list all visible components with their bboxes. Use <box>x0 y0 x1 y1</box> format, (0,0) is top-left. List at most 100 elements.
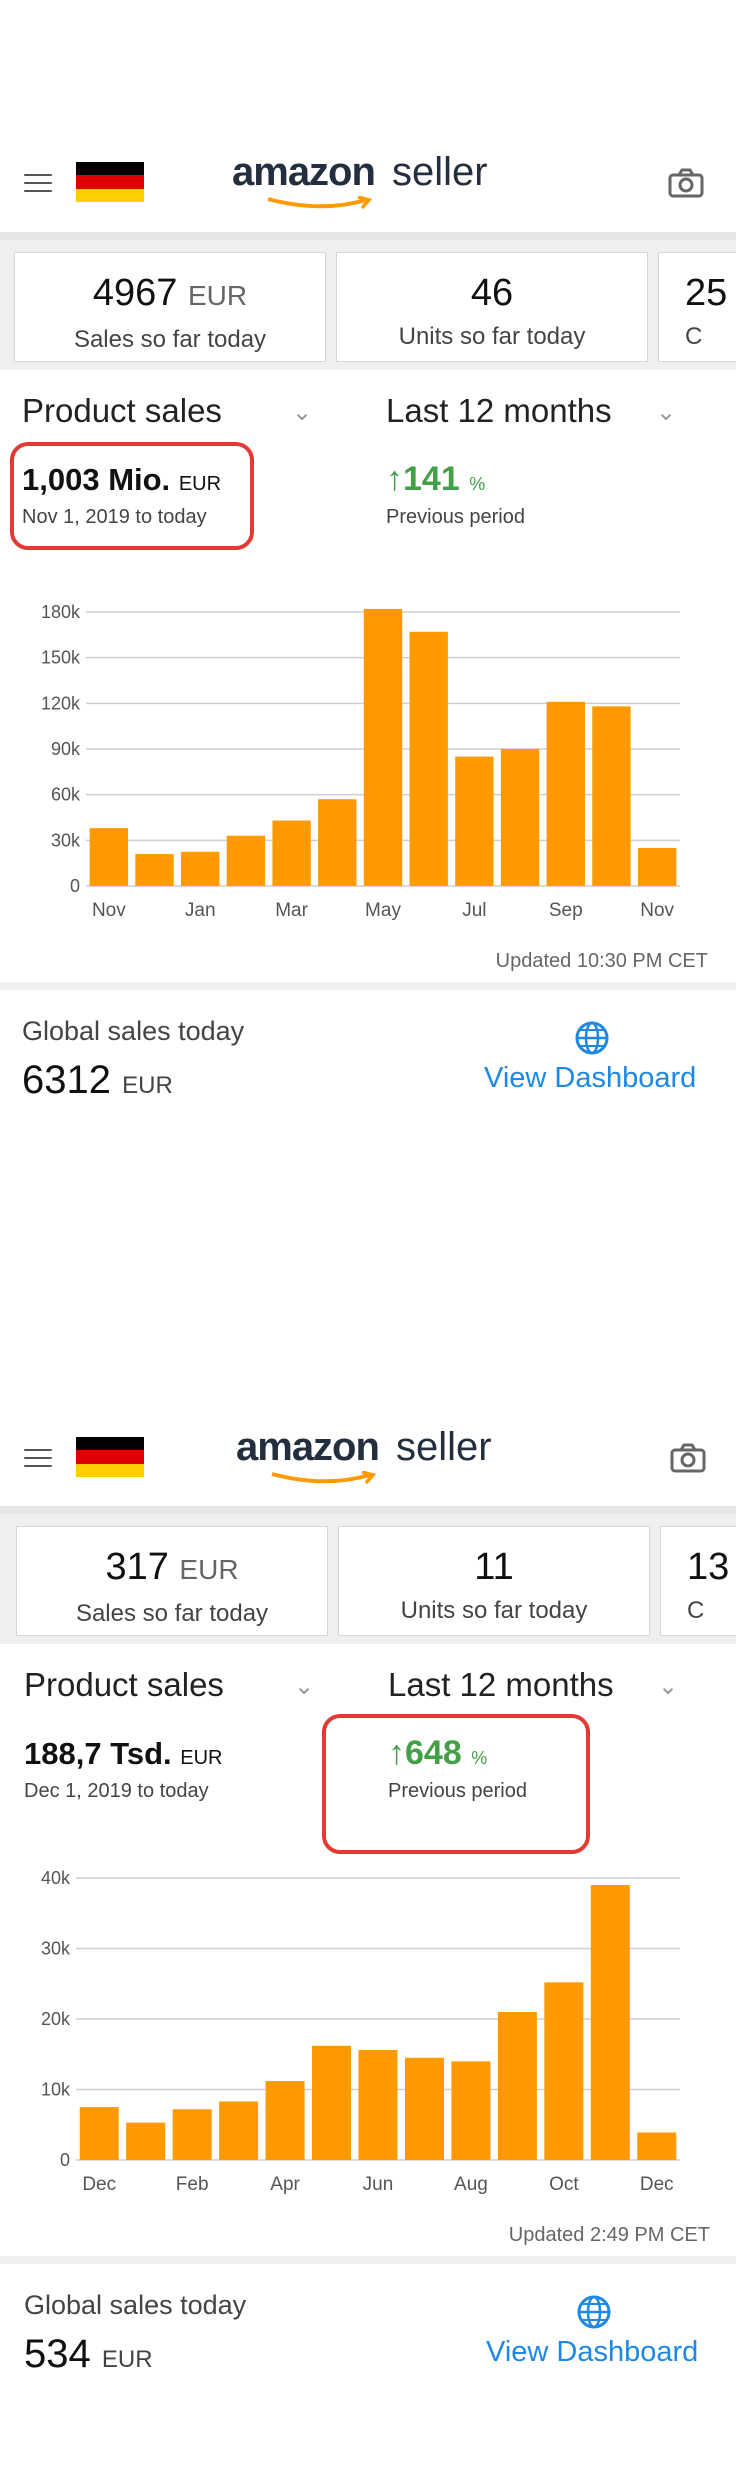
smile-arrow-icon <box>271 1471 377 1485</box>
view-dashboard-link[interactable]: View Dashboard <box>486 2336 698 2369</box>
sales-today-value: 317 <box>105 1546 169 1588</box>
total-value: 188,7 Tsd. <box>24 1736 172 1771</box>
chevron-down-icon[interactable]: ⌄ <box>656 398 676 427</box>
globe-icon[interactable] <box>574 1020 610 1056</box>
bar-jul[interactable] <box>404 2057 444 2160</box>
bar-jan[interactable] <box>126 2122 166 2160</box>
growth-number: 648 <box>405 1734 462 1772</box>
x-tick-label: Dec <box>82 2174 116 2195</box>
y-tick-label: 10k <box>41 2080 71 2100</box>
global-sales-value: 534 EUR <box>24 2332 153 2377</box>
hamburger-menu-icon[interactable] <box>24 174 52 192</box>
units-today-label: Units so far today <box>398 323 586 350</box>
hamburger-menu-icon[interactable] <box>24 1449 52 1467</box>
updated-timestamp: Updated 10:30 PM CET <box>495 950 708 972</box>
y-tick-label: 30k <box>51 830 81 850</box>
bar-mar[interactable] <box>219 2101 259 2160</box>
bar-may[interactable] <box>312 2045 352 2160</box>
chevron-down-icon[interactable]: ⌄ <box>294 1672 314 1701</box>
bar-feb[interactable] <box>172 2109 212 2160</box>
view-dashboard-link[interactable]: View Dashboard <box>484 1062 696 1095</box>
bar-aug[interactable] <box>500 749 540 886</box>
x-tick-label: Dec <box>640 2174 674 2195</box>
bar-nov[interactable] <box>590 1885 630 2160</box>
bar-apr[interactable] <box>318 799 357 886</box>
y-tick-label: 150k <box>41 648 81 668</box>
y-tick-label: 0 <box>70 876 80 896</box>
third-card[interactable]: 25 C <box>658 252 736 362</box>
chevron-down-icon[interactable]: ⌄ <box>292 398 312 427</box>
section-divider <box>0 2256 736 2264</box>
logo-seller-text: seller <box>392 150 488 194</box>
bar-jan[interactable] <box>181 851 220 886</box>
total-unit: EUR <box>178 473 222 495</box>
period-dropdown[interactable]: Last 12 months <box>388 1666 614 1704</box>
top-bar: amazon seller <box>0 1423 736 1493</box>
bar-jun[interactable] <box>358 2050 398 2160</box>
smile-arrow-icon <box>267 196 373 210</box>
camera-icon[interactable] <box>670 1443 706 1473</box>
bar-dec[interactable] <box>135 854 174 886</box>
x-tick-label: Apr <box>270 2174 300 2195</box>
sales-today-value: 4967 <box>92 272 178 314</box>
x-tick-label: Mar <box>275 900 308 921</box>
global-sales-label: Global sales today <box>22 1016 245 1046</box>
logo-seller-text: seller <box>396 1425 492 1469</box>
metric-dropdown-label: Product sales <box>22 392 222 429</box>
third-card-value: 13 <box>687 1546 730 1588</box>
growth-label: Previous period <box>386 506 525 528</box>
bar-apr[interactable] <box>265 2081 305 2160</box>
metric-dropdown[interactable]: Product sales <box>24 1666 224 1704</box>
y-tick-label: 20k <box>41 2009 71 2029</box>
total-value: 1,003 Mio. <box>22 462 171 497</box>
metric-dropdown-label: Product sales <box>24 1666 224 1703</box>
summary-cards: 4967 EUR Sales so far today 46 Units so … <box>0 240 736 370</box>
period-dropdown-label: Last 12 months <box>388 1666 614 1703</box>
bar-oct[interactable] <box>592 706 631 886</box>
bar-jul[interactable] <box>455 756 494 886</box>
bar-dec[interactable] <box>79 2107 119 2160</box>
metric-dropdown[interactable]: Product sales <box>22 392 222 430</box>
bar-mar[interactable] <box>272 820 311 886</box>
x-tick-label: Nov <box>92 900 126 921</box>
bar-oct[interactable] <box>544 1982 584 2160</box>
section-divider <box>0 982 736 990</box>
bar-jun[interactable] <box>409 631 448 886</box>
units-today-card[interactable]: 46 Units so far today <box>336 252 648 362</box>
sales-today-unit: EUR <box>187 280 248 311</box>
x-tick-label: Nov <box>640 900 674 921</box>
y-tick-label: 180k <box>41 602 81 622</box>
bar-nov[interactable] <box>637 847 677 886</box>
amazon-seller-logo: amazon seller <box>232 150 512 210</box>
x-tick-label: Feb <box>176 2174 209 2195</box>
third-card-value: 25 <box>685 272 728 314</box>
arrow-up-icon: ↑ <box>388 1734 405 1772</box>
sales-today-card[interactable]: 317 EUR Sales so far today <box>16 1526 328 1636</box>
y-tick-label: 90k <box>51 739 81 759</box>
bar-may[interactable] <box>363 608 403 886</box>
global-value: 6312 <box>22 1058 111 1102</box>
bar-sep[interactable] <box>497 2011 537 2160</box>
bar-sep[interactable] <box>546 701 585 886</box>
logo-amazon-text: amazon <box>232 150 376 194</box>
y-tick-label: 120k <box>41 693 81 713</box>
germany-flag[interactable] <box>76 1437 144 1477</box>
bar-feb[interactable] <box>226 835 266 886</box>
logo-amazon-text: amazon <box>236 1425 380 1469</box>
bar-aug[interactable] <box>451 2061 491 2160</box>
bar-nov[interactable] <box>89 828 129 886</box>
third-card[interactable]: 13 C <box>660 1526 736 1636</box>
bar-dec[interactable] <box>637 2132 677 2160</box>
period-dropdown[interactable]: Last 12 months <box>386 392 612 430</box>
chevron-down-icon[interactable]: ⌄ <box>658 1672 678 1701</box>
germany-flag[interactable] <box>76 162 144 202</box>
x-tick-label: Jul <box>462 900 486 921</box>
growth-number: 141 <box>403 460 460 498</box>
x-tick-label: Aug <box>454 2174 488 2195</box>
units-today-card[interactable]: 11 Units so far today <box>338 1526 650 1636</box>
y-tick-label: 30k <box>41 1939 71 1959</box>
camera-icon[interactable] <box>668 168 704 198</box>
sales-today-card[interactable]: 4967 EUR Sales so far today <box>14 252 326 362</box>
globe-icon[interactable] <box>576 2294 612 2330</box>
date-range: Nov 1, 2019 to today <box>22 506 207 528</box>
